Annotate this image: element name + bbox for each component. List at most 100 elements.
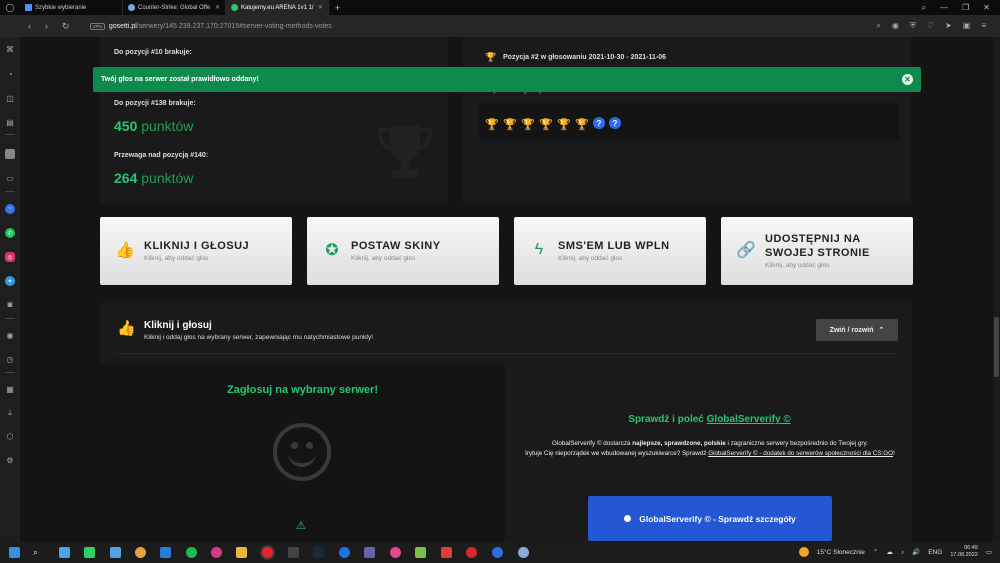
card-sms-wpln[interactable]: ϟ SMS'EM LUB WPLN Kliknij, aby oddać gło… xyxy=(514,217,706,285)
maximize-icon[interactable]: ❐ xyxy=(962,3,969,12)
gamepad-icon[interactable]: ⌘ xyxy=(5,44,15,54)
notification-icon[interactable]: ▭ xyxy=(986,548,992,556)
close-tab-icon[interactable]: ✕ xyxy=(215,4,220,11)
player-icon[interactable]: ◉ xyxy=(5,330,15,340)
instagram-icon[interactable]: ◎ xyxy=(5,252,15,262)
opera-logo-icon[interactable]: ◯ xyxy=(0,3,20,12)
apps-icon[interactable]: ▦ xyxy=(5,384,15,394)
file-explorer-icon[interactable] xyxy=(236,547,247,558)
messenger-icon[interactable]: ~ xyxy=(5,204,15,214)
card-title: KLIKNIJ I GŁOSUJ xyxy=(144,240,250,252)
language-indicator[interactable]: ENG xyxy=(928,549,942,556)
search-tabs-icon[interactable]: ⌕ xyxy=(922,3,926,13)
teams-icon[interactable] xyxy=(364,547,375,558)
spotify-icon[interactable] xyxy=(186,547,197,558)
taskbar-app-icon[interactable] xyxy=(135,547,146,558)
forward-icon[interactable]: › xyxy=(45,21,48,32)
share-icon[interactable]: ➤ xyxy=(945,21,952,31)
collapse-label: Zwiń / rozwiń xyxy=(829,326,874,334)
clock[interactable]: 06:49 17.08.2022 xyxy=(950,545,978,559)
tab-speed-dial[interactable]: Szybkie wybieranie xyxy=(20,0,123,15)
thumbs-up-icon: 👍 xyxy=(117,320,136,337)
taskbar-app-icon[interactable] xyxy=(390,547,401,558)
close-tab-icon[interactable]: ✕ xyxy=(318,4,323,11)
tab-label: Counter-Strike: Global Offe xyxy=(138,4,211,11)
taskbar-app-icon[interactable] xyxy=(466,547,477,558)
globalserverify-link[interactable]: GlobalServerify © xyxy=(707,414,791,425)
twitch-icon[interactable]: ▤ xyxy=(5,117,15,127)
card-share-on-site[interactable]: 🔗 UDOSTĘPNIJ NA SWOJEJ STRONIE Kliknij, … xyxy=(721,217,913,285)
taskbar-app-icon[interactable] xyxy=(84,547,95,558)
clock-icon[interactable]: ◷ xyxy=(5,354,15,364)
scrollbar-thumb[interactable] xyxy=(994,317,999,377)
cube-icon[interactable]: ⬡ xyxy=(5,431,15,441)
url-field[interactable]: VPN gosetti.pl/serwery/145.239.237.170:2… xyxy=(89,22,332,30)
camera-icon[interactable]: ◉ xyxy=(892,21,899,31)
bullet-icon xyxy=(624,515,632,522)
search-icon[interactable]: ⌕ xyxy=(33,547,44,558)
new-tab-button[interactable]: + xyxy=(329,3,346,13)
address-bar: ‹ › ↻ VPN gosetti.pl/serwery/145.239.237… xyxy=(0,15,1000,37)
taskbar-app-icon[interactable] xyxy=(110,547,121,558)
menu-icon[interactable]: ≡ xyxy=(981,21,986,31)
bag-icon[interactable]: ◫ xyxy=(5,93,15,103)
thumbs-up-icon: 👍 xyxy=(115,242,135,259)
taskbar-app-icon[interactable] xyxy=(211,547,222,558)
workspace-icon[interactable] xyxy=(5,149,15,159)
microphone-icon[interactable]: ♪ xyxy=(901,549,904,556)
rewards-row: 🏆 🏆 🏆 🏆 🏆 🏆 ? ? xyxy=(485,117,621,131)
chevron-up-icon[interactable]: ⌃ xyxy=(873,548,878,556)
bronze-trophy-icon: 🏆 xyxy=(557,118,571,131)
page-scrollbar[interactable] xyxy=(993,37,1000,542)
tab-csgo[interactable]: Counter-Strike: Global Offe ✕ xyxy=(123,0,226,15)
grid-icon xyxy=(25,4,32,11)
reload-icon[interactable]: ↻ xyxy=(62,21,70,32)
steam-icon[interactable] xyxy=(313,547,324,558)
taskbar-app-icon[interactable] xyxy=(492,547,503,558)
settings-icon[interactable]: ⚙ xyxy=(5,455,15,465)
vpn-badge[interactable]: VPN xyxy=(89,22,105,30)
tab-katujemy[interactable]: Katujemy.eu ARENA 1v1 1/ ✕ xyxy=(226,0,329,15)
silver-trophy-icon: 🏆 xyxy=(485,52,497,62)
card-title: SWOJEJ STRONIE xyxy=(765,247,870,259)
cloud-icon[interactable]: ☁ xyxy=(886,548,893,556)
url-path: /serwery/145.239.237.170:27015#server-vo… xyxy=(136,22,332,30)
speaker-icon[interactable]: 🔊 xyxy=(912,548,920,556)
zoom-icon[interactable]: ⌕ xyxy=(876,21,880,31)
speedometer-icon[interactable]: ◔ xyxy=(5,69,15,79)
card-click-and-vote[interactable]: 👍 KLIKNIJ I GŁOSUJ Kliknij, aby oddać gł… xyxy=(100,217,292,285)
wallet-icon[interactable]: ▣ xyxy=(963,21,971,31)
taskbar-app-icon[interactable] xyxy=(59,547,70,558)
close-window-icon[interactable]: ✕ xyxy=(983,3,990,12)
card-title: UDOSTĘPNIJ NA xyxy=(765,233,861,245)
chat-icon[interactable]: ▭ xyxy=(5,173,15,183)
unknown-reward-icon[interactable]: ? xyxy=(593,117,605,129)
edge-icon[interactable] xyxy=(339,547,350,558)
close-alert-icon[interactable]: ✕ xyxy=(902,74,913,85)
back-icon[interactable]: ‹ xyxy=(28,21,31,32)
taskbar-app-icon[interactable] xyxy=(441,547,452,558)
download-icon[interactable]: ⤓ xyxy=(5,408,15,418)
taskbar-app-icon[interactable] xyxy=(288,547,299,558)
clock-date: 17.08.2022 xyxy=(950,552,978,558)
unknown-reward-icon[interactable]: ? xyxy=(609,117,621,129)
heart-icon[interactable]: ♡ xyxy=(927,21,934,31)
taskbar-app-icon[interactable] xyxy=(160,547,171,558)
windows-start-icon[interactable] xyxy=(9,547,20,558)
button-label: GlobalServerify © - Sprawdź szczegóły xyxy=(639,513,796,524)
twitter-icon[interactable]: ✦ xyxy=(5,276,15,286)
globalserverify-details-button[interactable]: GlobalServerify © - Sprawdź szczegóły xyxy=(588,496,832,541)
url-host: gosetti.pl xyxy=(108,22,137,30)
weather-text[interactable]: 15°C Słonecznie xyxy=(817,549,865,556)
discord-icon[interactable]: ◙ xyxy=(5,299,15,309)
card-bet-skins[interactable]: ✪ POSTAW SKINY Kliknij, aby oddać głos xyxy=(307,217,499,285)
opera-icon[interactable] xyxy=(262,547,273,558)
globalserverify-addon-link[interactable]: GlobalServerify © - dodatek do serwerów … xyxy=(708,450,893,457)
taskbar-app-icon[interactable] xyxy=(415,547,426,558)
minimize-icon[interactable]: — xyxy=(940,3,948,12)
shield-icon[interactable]: ⛨ xyxy=(910,21,916,31)
gosetti-icon xyxy=(231,4,238,11)
whatsapp-icon[interactable]: ✆ xyxy=(5,228,15,238)
collapse-toggle-button[interactable]: Zwiń / rozwiń ⌃ xyxy=(816,319,898,341)
taskbar-app-icon[interactable] xyxy=(518,547,529,558)
